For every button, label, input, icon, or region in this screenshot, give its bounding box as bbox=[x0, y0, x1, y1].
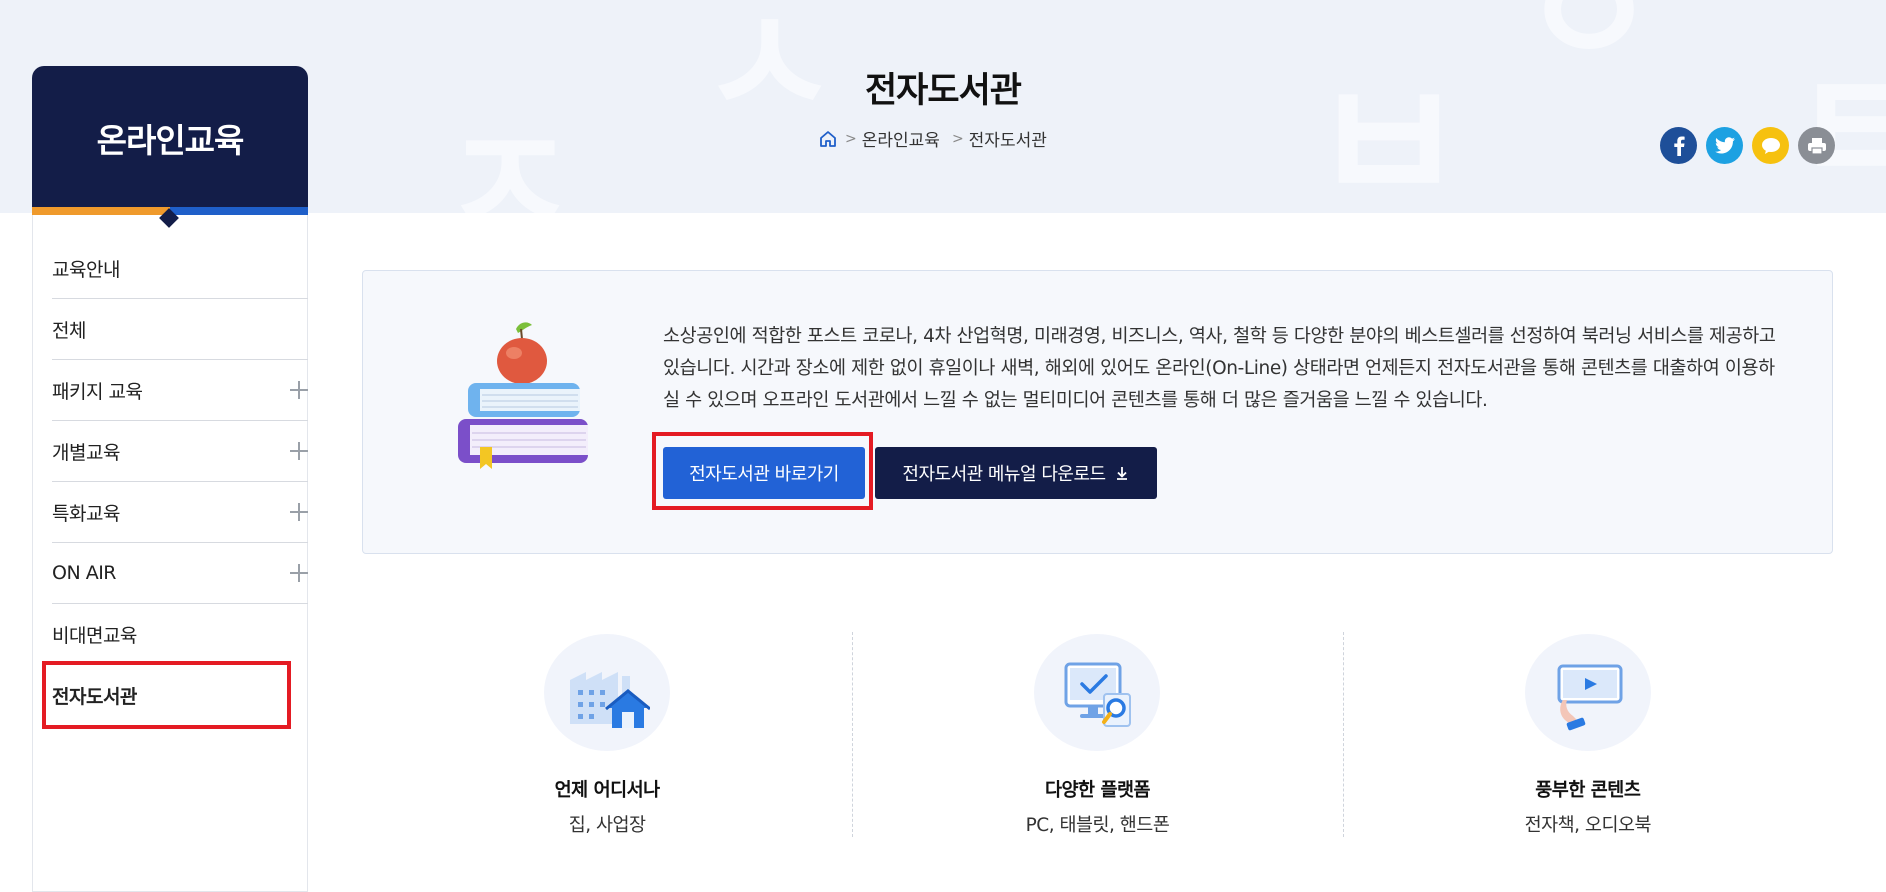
kakaotalk-icon[interactable] bbox=[1752, 127, 1789, 164]
highlight-box-sidebar bbox=[42, 661, 291, 729]
sidebar-item-all[interactable]: 전체 bbox=[52, 299, 308, 360]
download-button-label: 전자도서관 메뉴얼 다운로드 bbox=[902, 464, 1106, 485]
sidebar-item-label: 전체 bbox=[52, 319, 86, 342]
feature-subtitle: 전자책, 오디오북 bbox=[1524, 815, 1652, 836]
sidebar-item-label: 교육안내 bbox=[52, 258, 120, 281]
sidebar-item-label: 패키지 교육 bbox=[52, 380, 143, 403]
sidebar-item-on-air[interactable]: ON AIR bbox=[52, 543, 308, 604]
e-library-info-box: 소상공인에 적합한 포스트 코로나, 4차 산업혁명, 미래경영, 비즈니스, … bbox=[362, 270, 1833, 554]
feature-icon-circle bbox=[1524, 634, 1651, 751]
monitor-search-icon bbox=[1064, 662, 1132, 727]
page-title: 전자도서관 bbox=[864, 71, 1022, 111]
download-icon bbox=[1116, 467, 1127, 480]
sidebar-item-label: 개별교육 bbox=[52, 441, 120, 464]
sidebar-item-label: 특화교육 bbox=[52, 502, 120, 525]
home-icon[interactable] bbox=[818, 129, 838, 149]
sidebar-item-label: 비대면교육 bbox=[52, 625, 137, 647]
download-manual-button[interactable]: 전자도서관 메뉴얼 다운로드 bbox=[875, 447, 1157, 499]
feature-subtitle: 집, 사업장 bbox=[568, 815, 646, 836]
sidebar-item-label: ON AIR bbox=[52, 562, 117, 584]
sidebar-menu: 교육안내 전체 패키지 교육 개별교육 특화교육 ON AIR 비대면교육 전자… bbox=[52, 238, 308, 726]
feature-icon-circle bbox=[544, 634, 671, 751]
feature-anywhere: 언제 어디서나 집, 사업장 bbox=[362, 632, 852, 837]
plus-icon[interactable] bbox=[290, 564, 308, 582]
plus-icon[interactable] bbox=[290, 503, 308, 521]
breadcrumb-item[interactable]: 온라인교육 bbox=[862, 126, 940, 151]
plus-icon[interactable] bbox=[290, 381, 308, 399]
facebook-icon[interactable] bbox=[1660, 127, 1697, 164]
books-apple-illustration bbox=[458, 322, 588, 469]
feature-content: 풍부한 콘텐츠 전자책, 오디오북 bbox=[1342, 632, 1833, 837]
feature-subtitle: PC, 태블릿, 핸드폰 bbox=[1025, 815, 1170, 836]
e-library-description: 소상공인에 적합한 포스트 코로나, 4차 산업혁명, 미래경영, 비즈니스, … bbox=[663, 326, 1776, 411]
chevron-right-icon: > bbox=[951, 130, 964, 147]
features-row: 언제 어디서나 집, 사업장 다양한 플랫폼 PC, 태블릿, 핸드폰 풍부한 … bbox=[362, 632, 1833, 837]
sidebar: 온라인교육 교육안내 전체 패키지 교육 개별교육 특화교육 ON AIR 비대… bbox=[32, 66, 308, 892]
watermark-glyph: ㅈ bbox=[440, 98, 579, 213]
sidebar-item-untact[interactable]: 비대면교육 bbox=[52, 604, 308, 665]
plus-icon[interactable] bbox=[290, 442, 308, 460]
print-icon[interactable] bbox=[1798, 127, 1835, 164]
video-player-icon bbox=[1557, 664, 1623, 730]
feature-title: 다양한 플랫폼 bbox=[1044, 780, 1151, 801]
feature-icon-circle bbox=[1034, 634, 1161, 751]
sidebar-accent-bar bbox=[32, 207, 308, 228]
feature-title: 풍부한 콘텐츠 bbox=[1535, 780, 1641, 801]
share-buttons bbox=[1660, 127, 1835, 164]
factory-house-icon bbox=[570, 671, 651, 728]
breadcrumb-item[interactable]: 전자도서관 bbox=[969, 126, 1047, 151]
page: ㅈ ㅅ ㅂ ㅇ ㅌ 온라인교육 교육안내 전체 패키지 교육 개별교육 특화교육… bbox=[0, 0, 1886, 892]
sidebar-item-package[interactable]: 패키지 교육 bbox=[52, 360, 308, 421]
twitter-icon[interactable] bbox=[1706, 127, 1743, 164]
sidebar-item-individual[interactable]: 개별교육 bbox=[52, 421, 308, 482]
sidebar-item-edu-guide[interactable]: 교육안내 bbox=[52, 238, 308, 299]
accent-blue bbox=[170, 207, 308, 215]
sidebar-item-specialized[interactable]: 특화교육 bbox=[52, 482, 308, 543]
sidebar-title: 온라인교육 bbox=[96, 121, 245, 160]
feature-platform: 다양한 플랫폼 PC, 태블릿, 핸드폰 bbox=[852, 632, 1342, 837]
breadcrumb: > 온라인교육 > 전자도서관 bbox=[818, 126, 1047, 151]
highlight-box-button bbox=[652, 432, 873, 510]
feature-title: 언제 어디서나 bbox=[554, 780, 661, 801]
chevron-right-icon: > bbox=[845, 130, 857, 147]
accent-orange bbox=[32, 207, 170, 215]
